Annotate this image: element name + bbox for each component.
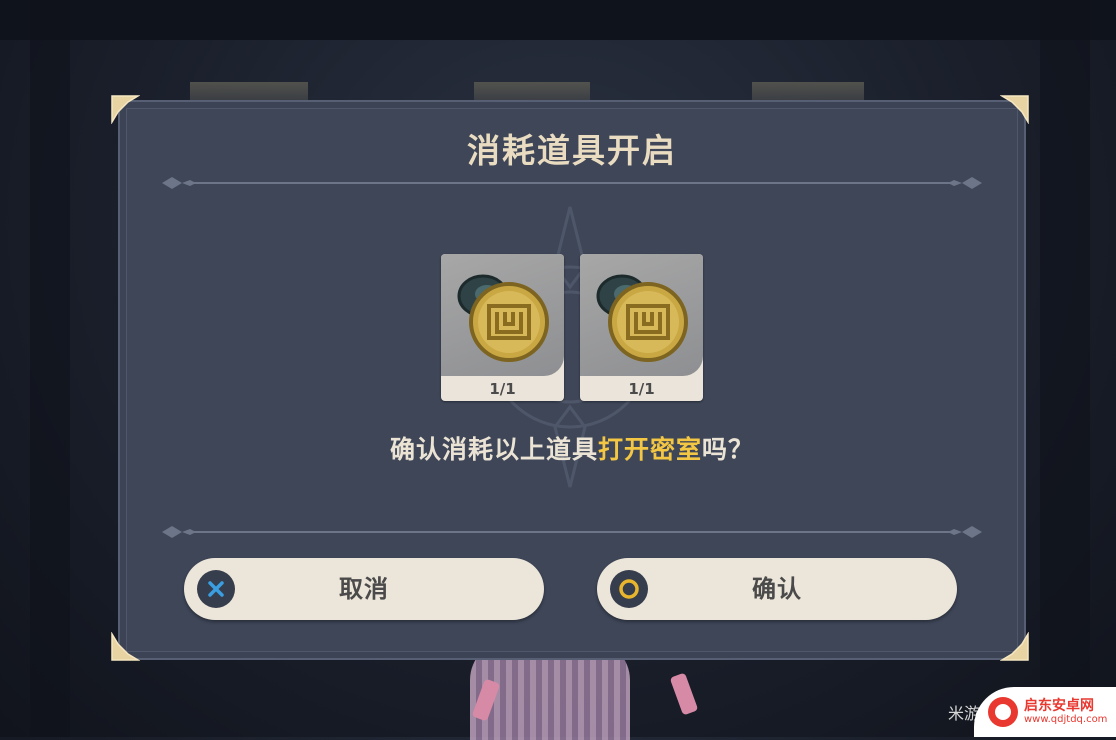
- background-pillar-right: [1040, 0, 1090, 737]
- question-suffix: 吗？: [702, 435, 755, 464]
- corner-ornament-icon: [111, 632, 140, 661]
- corner-ornament-icon: [111, 95, 140, 124]
- cancel-button-label: 取消: [339, 575, 389, 603]
- watermark-url: www.qdjtdq.com: [1024, 714, 1108, 725]
- item-slot[interactable]: 1/1: [441, 254, 564, 401]
- item-count: 1/1: [489, 380, 516, 398]
- background-ribbon: [669, 672, 699, 716]
- corner-ornament-top-left: [110, 94, 140, 124]
- corner-ornament-bottom-right: [1000, 632, 1030, 662]
- confirm-question: 确认消耗以上道具打开密室吗？: [120, 430, 1024, 466]
- watermark-brand: 启东安卓网: [1024, 698, 1094, 714]
- item-count: 1/1: [628, 380, 655, 398]
- background-beam-top: [0, 0, 1116, 40]
- corner-ornament-bottom-left: [110, 632, 140, 662]
- corner-ornament-top-right: [1000, 94, 1030, 124]
- item-art: [580, 254, 703, 376]
- watermark-logo-icon: [988, 697, 1018, 727]
- corner-ornament-icon: [1000, 95, 1029, 124]
- item-list: 1/1 1/1: [120, 254, 1024, 401]
- confirm-button[interactable]: 确认: [597, 558, 957, 620]
- confirm-button-label: 确认: [752, 575, 802, 603]
- maze-medallion-icon: [596, 274, 688, 362]
- maze-medallion-icon: [457, 274, 549, 362]
- cancel-button[interactable]: 取消: [184, 558, 544, 620]
- background-pillar-left: [30, 0, 70, 737]
- divider-bottom: [160, 525, 984, 539]
- dialog-title: 消耗道具开启: [467, 131, 677, 170]
- question-highlight: 打开密室: [597, 435, 702, 464]
- item-art: [441, 254, 564, 376]
- corner-ornament-icon: [1000, 632, 1029, 661]
- question-prefix: 确认消耗以上道具: [389, 435, 598, 464]
- watermark-text-block: 启东安卓网 www.qdjtdq.com: [1024, 698, 1107, 726]
- consume-item-dialog: 消耗道具开启 1/1 1/1 确认消耗以上道具打开密室吗？ 取消 确认: [118, 100, 1026, 660]
- site-watermark: 启东安卓网 www.qdjtdq.com: [974, 687, 1116, 737]
- divider-top: [160, 176, 984, 190]
- item-slot[interactable]: 1/1: [580, 254, 703, 401]
